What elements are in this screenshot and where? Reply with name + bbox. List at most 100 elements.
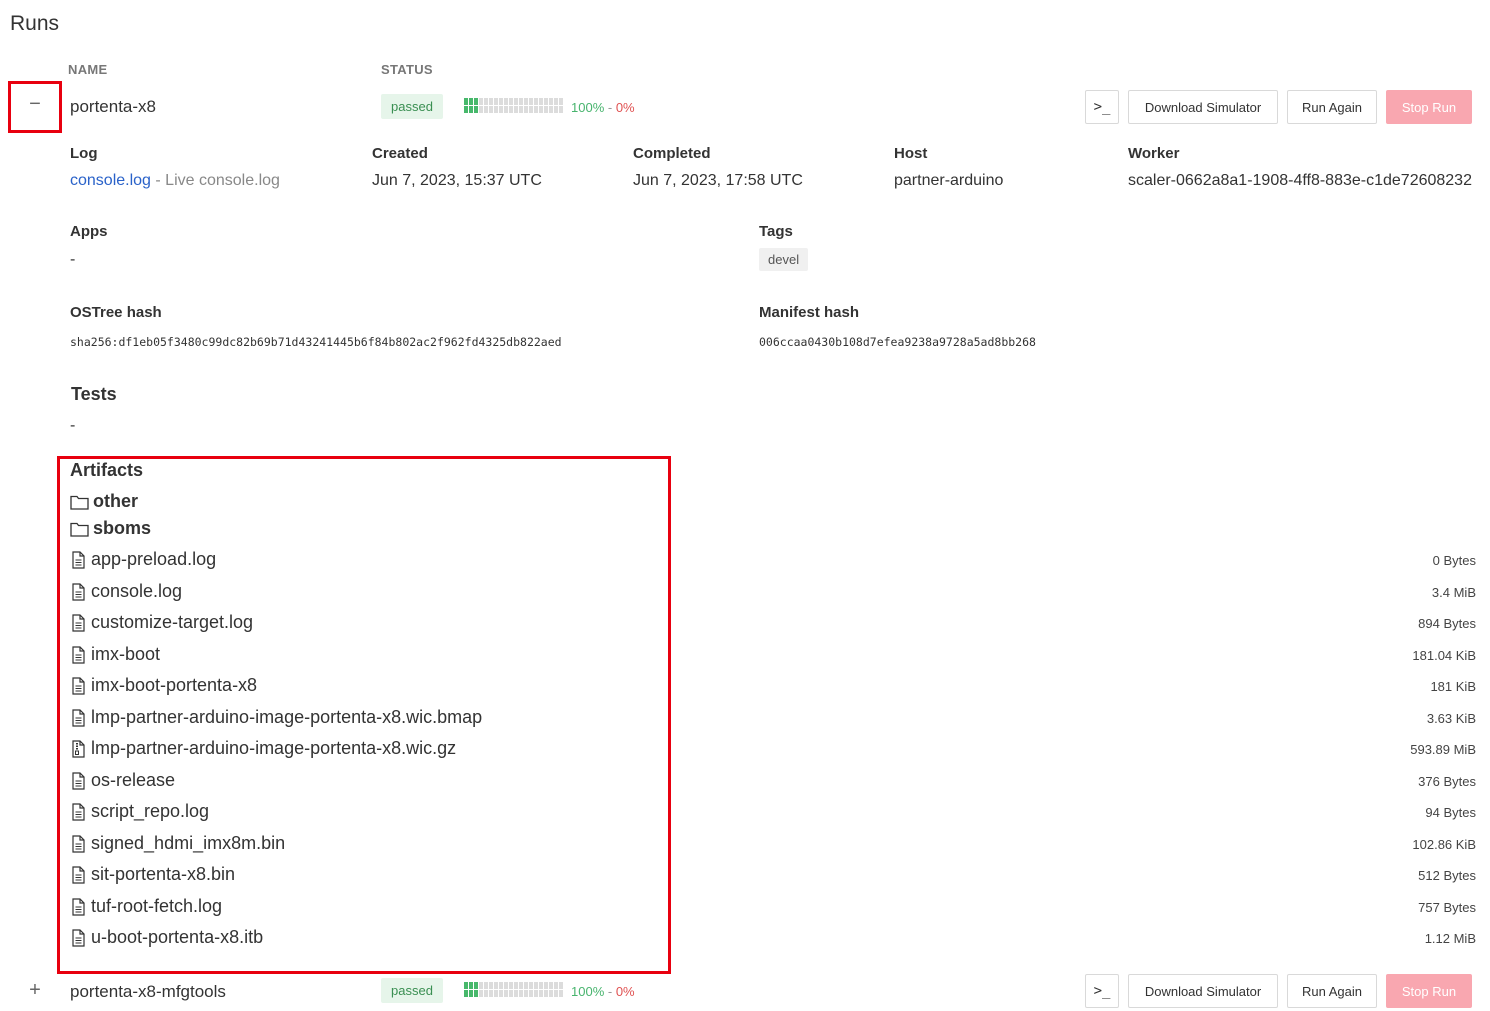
- tags-label: Tags: [759, 223, 793, 240]
- file-zip-icon: [72, 739, 85, 758]
- pct-separator: -: [604, 100, 616, 115]
- live-console-log-link[interactable]: Live console.log: [165, 172, 280, 189]
- file-size: 1.12 MiB: [1424, 931, 1476, 946]
- artifact-file[interactable]: u-boot-portenta-x8.itb: [70, 927, 263, 948]
- manifest-value: 006ccaa0430b108d7efea9238a9728a5ad8bb268: [759, 335, 1036, 349]
- artifacts-heading: Artifacts: [70, 460, 144, 480]
- progress-bar: [464, 982, 563, 997]
- log-label: Log: [70, 145, 98, 162]
- file-name: app-preload.log: [91, 549, 217, 569]
- expand-toggle[interactable]: +: [25, 979, 45, 1002]
- worker-value: scaler-0662a8a1-1908-4ff8-883e-c1de72608…: [1128, 172, 1472, 189]
- artifact-file[interactable]: sit-portenta-x8.bin: [70, 864, 235, 885]
- file-size: 3.4 MiB: [1431, 585, 1476, 600]
- file-name: console.log: [91, 581, 183, 601]
- artifact-folder[interactable]: sboms: [70, 518, 151, 539]
- file-text-icon: [72, 834, 85, 853]
- file-size: 181.04 KiB: [1412, 648, 1476, 663]
- file-size: 512 Bytes: [1418, 868, 1476, 883]
- artifact-file[interactable]: app-preload.log: [70, 549, 216, 570]
- page-title: Runs: [10, 12, 60, 35]
- fail-percent: 0%: [615, 984, 635, 999]
- folder-name: sboms: [93, 518, 152, 538]
- created-label: Created: [372, 145, 428, 162]
- console-button[interactable]: >_: [1085, 974, 1119, 1008]
- file-size: 3.63 KiB: [1426, 711, 1476, 726]
- file-text-icon: [72, 676, 85, 695]
- apps-value: -: [70, 251, 76, 268]
- host-value: partner-arduino: [894, 172, 1004, 189]
- file-text-icon: [72, 897, 85, 916]
- file-name: lmp-partner-arduino-image-portenta-x8.wi…: [91, 707, 483, 727]
- artifact-folder[interactable]: other: [70, 491, 138, 512]
- download-simulator-button[interactable]: Download Simulator: [1128, 90, 1278, 124]
- ostree-value: sha256:df1eb05f3480c99dc82b69b71d4324144…: [70, 335, 562, 349]
- file-text-icon: [72, 550, 85, 569]
- file-size: 0 Bytes: [1432, 553, 1476, 568]
- folder-icon: [70, 495, 89, 510]
- pass-fail-summary: 100% - 0%: [571, 99, 635, 117]
- file-text-icon: [72, 708, 85, 727]
- console-log-link[interactable]: console.log: [70, 172, 151, 189]
- artifact-file[interactable]: imx-boot-portenta-x8: [70, 675, 257, 696]
- file-size: 757 Bytes: [1418, 900, 1476, 915]
- artifact-file[interactable]: customize-target.log: [70, 612, 253, 633]
- console-button[interactable]: >_: [1085, 90, 1119, 124]
- file-size: 94 Bytes: [1425, 805, 1476, 820]
- download-simulator-button[interactable]: Download Simulator: [1128, 974, 1278, 1008]
- file-name: script_repo.log: [91, 801, 210, 821]
- file-text-icon: [72, 645, 85, 664]
- run-again-button[interactable]: Run Again: [1287, 974, 1377, 1008]
- file-name: imx-boot: [91, 644, 161, 664]
- file-size: 593.89 MiB: [1410, 742, 1476, 757]
- pass-percent: 100%: [571, 984, 605, 999]
- file-name: u-boot-portenta-x8.itb: [91, 927, 264, 947]
- terminal-icon: >_: [1093, 983, 1111, 999]
- collapse-toggle[interactable]: −: [25, 93, 45, 116]
- log-separator: -: [150, 172, 166, 189]
- file-name: lmp-partner-arduino-image-portenta-x8.wi…: [91, 738, 457, 758]
- run-name[interactable]: portenta-x8-mfgtools: [70, 982, 226, 1002]
- file-name: tuf-root-fetch.log: [91, 896, 223, 916]
- ostree-label: OSTree hash: [70, 304, 162, 321]
- host-label: Host: [894, 145, 928, 162]
- artifact-file[interactable]: script_repo.log: [70, 801, 209, 822]
- run-name[interactable]: portenta-x8: [70, 97, 156, 117]
- file-size: 376 Bytes: [1418, 774, 1476, 789]
- file-size: 894 Bytes: [1418, 616, 1476, 631]
- file-text-icon: [72, 802, 85, 821]
- column-header-status: STATUS: [381, 62, 433, 77]
- pass-fail-summary: 100% - 0%: [571, 983, 635, 1001]
- completed-label: Completed: [633, 145, 711, 162]
- pass-percent: 100%: [571, 100, 605, 115]
- artifact-file[interactable]: os-release: [70, 770, 175, 791]
- worker-label: Worker: [1128, 145, 1180, 162]
- run-again-button[interactable]: Run Again: [1287, 90, 1377, 124]
- status-badge: passed: [381, 978, 443, 1003]
- artifact-file[interactable]: imx-boot: [70, 644, 160, 665]
- folder-icon: [70, 522, 89, 537]
- file-text-icon: [72, 582, 85, 601]
- created-value: Jun 7, 2023, 15:37 UTC: [372, 172, 542, 189]
- completed-value: Jun 7, 2023, 17:58 UTC: [633, 172, 803, 189]
- tests-heading: Tests: [71, 384, 117, 404]
- file-name: os-release: [91, 770, 176, 790]
- file-size: 181 KiB: [1430, 679, 1476, 694]
- file-name: sit-portenta-x8.bin: [91, 864, 236, 884]
- log-links: console.log - Live console.log: [70, 172, 280, 190]
- artifact-file[interactable]: lmp-partner-arduino-image-portenta-x8.wi…: [70, 738, 456, 759]
- stop-run-button[interactable]: Stop Run: [1386, 974, 1472, 1008]
- artifact-file[interactable]: signed_hdmi_imx8m.bin: [70, 833, 285, 854]
- stop-run-button[interactable]: Stop Run: [1386, 90, 1472, 124]
- artifact-file[interactable]: lmp-partner-arduino-image-portenta-x8.wi…: [70, 707, 482, 728]
- artifact-file[interactable]: console.log: [70, 581, 182, 602]
- manifest-label: Manifest hash: [759, 304, 860, 321]
- status-badge: passed: [381, 94, 443, 119]
- tag-badge: devel: [759, 248, 809, 271]
- pct-separator: -: [604, 984, 616, 999]
- column-header-name: NAME: [68, 62, 108, 77]
- artifact-file[interactable]: tuf-root-fetch.log: [70, 896, 222, 917]
- file-text-icon: [72, 771, 85, 790]
- fail-percent: 0%: [615, 100, 635, 115]
- file-size: 102.86 KiB: [1412, 837, 1476, 852]
